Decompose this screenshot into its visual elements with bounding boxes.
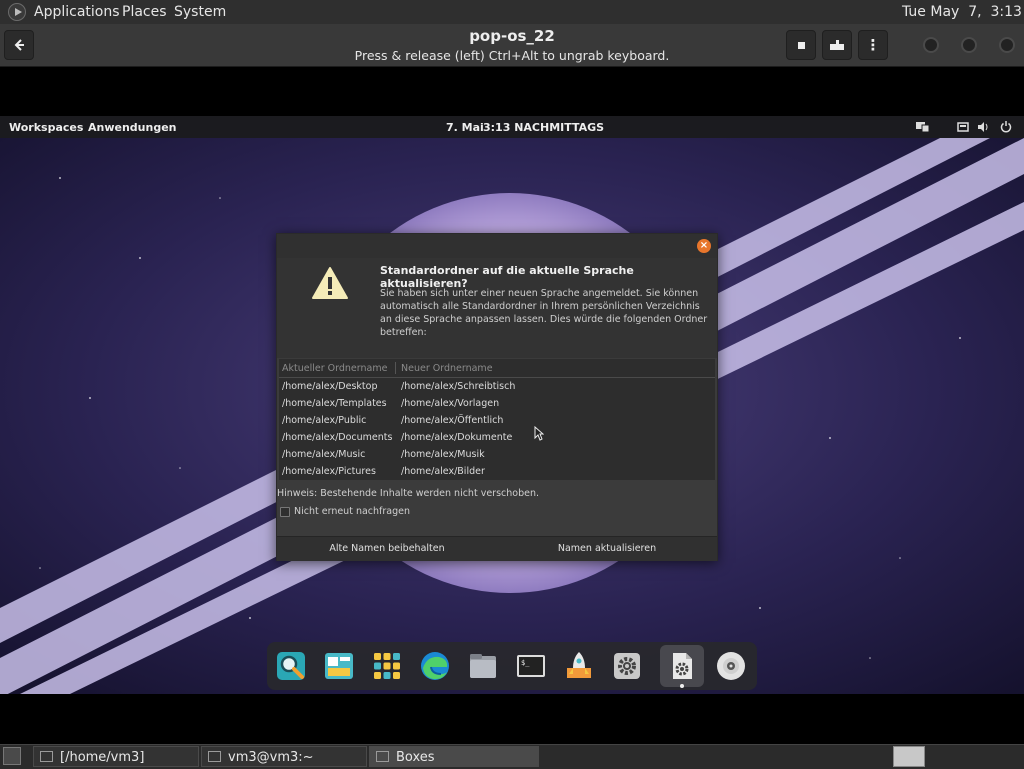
close-icon: × [699,240,709,251]
minimize-button[interactable] [923,37,939,53]
edge-browser-icon[interactable] [419,650,451,682]
applications-button[interactable]: Anwendungen [88,121,177,134]
new-folder: /home/alex/Öffentlich [401,415,504,426]
current-folder: /home/alex/Templates [282,398,387,409]
new-folder: /home/alex/Dokumente [401,432,513,443]
column-header-new[interactable]: Neuer Ordnername [401,363,493,374]
dock: $_ [267,642,757,690]
task-file-manager[interactable]: [/home/vm3] [33,746,199,767]
search-icon[interactable] [275,650,307,682]
kebab-menu-icon: ⋮ [865,36,881,54]
folder-rename-table: Aktueller Ordnername Neuer Ordnername /h… [279,359,715,480]
current-folder: /home/alex/Documents [282,432,393,443]
boxes-window-icon [376,751,389,762]
keep-old-names-button[interactable]: Alte Namen beibehalten [277,537,497,561]
current-folder: /home/alex/Pictures [282,466,376,477]
new-folder: /home/alex/Musik [401,449,485,460]
keyboard-icon [830,40,844,50]
guest-date[interactable]: 7. Mai [446,121,484,134]
settings-icon[interactable] [611,650,643,682]
show-desktop-icon[interactable] [3,747,21,765]
table-row[interactable]: /home/alex/Pictures /home/alex/Bilder [279,463,715,480]
new-folder: /home/alex/Schreibtisch [401,381,516,392]
column-separator [395,362,396,374]
terminal-window-icon [208,751,221,762]
workspace-switcher[interactable] [893,746,925,767]
maximize-button[interactable] [961,37,977,53]
language-settings-icon[interactable] [666,650,698,682]
svg-text:$_: $_ [521,659,530,667]
dialog-hint: Hinweis: Bestehende Inhalte werden nicht… [277,488,539,499]
current-folder: /home/alex/Public [282,415,367,426]
guest-time[interactable]: 3:13 NACHMITTAGS [483,121,604,134]
host-clock[interactable]: Tue May 7, 3:13 PM [902,4,1024,20]
menu-applications[interactable]: Applications [34,4,120,20]
network-icon[interactable] [957,121,969,133]
table-row[interactable]: /home/alex/Documents /home/alex/Dokument… [279,429,715,446]
dialog-description: Sie haben sich unter einer neuen Sprache… [380,288,708,338]
table-header: Aktueller Ordnername Neuer Ordnername [279,359,715,378]
dialog-close-button[interactable]: × [697,239,711,253]
column-header-current[interactable]: Aktueller Ordnername [282,363,387,374]
close-button[interactable] [999,37,1015,53]
mouse-cursor-icon [534,426,544,441]
menu-system[interactable]: System [174,4,226,20]
stop-button[interactable] [786,30,816,60]
new-folder: /home/alex/Bilder [401,466,485,477]
host-taskbar: [/home/vm3] vm3@vm3:~ Boxes [0,744,1024,769]
distro-logo-icon[interactable] [8,3,26,21]
table-row[interactable]: /home/alex/Music /home/alex/Musik [279,446,715,463]
running-indicator [680,684,684,688]
ungrab-hint: Press & release (left) Ctrl+Alt to ungra… [354,48,670,63]
app-grid-icon[interactable] [371,650,403,682]
task-label: [/home/vm3] [60,750,145,765]
host-top-panel: Applications Places System Tue May 7, 3:… [0,0,1024,24]
dialog-titlebar: × [277,234,717,258]
current-folder: /home/alex/Desktop [282,381,378,392]
dont-ask-again-checkbox[interactable] [280,507,290,517]
update-folders-dialog: × Standardordner auf die aktuelle Sprach… [276,233,718,561]
vm-title: pop-os_22 [469,27,555,45]
new-folder: /home/alex/Vorlagen [401,398,500,409]
power-icon[interactable] [1000,120,1012,133]
stop-icon [797,41,805,49]
back-arrow-icon [14,39,24,51]
disc-icon[interactable] [715,650,747,682]
terminal-icon[interactable]: $_ [515,650,547,682]
display-icon[interactable] [916,121,930,133]
table-row[interactable]: /home/alex/Public /home/alex/Öffentlich [279,412,715,429]
task-terminal[interactable]: vm3@vm3:~ [201,746,367,767]
shop-icon[interactable] [563,650,595,682]
boxes-header-bar: pop-os_22 Press & release (left) Ctrl+Al… [0,24,1024,67]
task-label: vm3@vm3:~ [228,750,314,765]
workspaces-icon[interactable] [323,650,355,682]
menu-places[interactable]: Places [122,4,167,20]
dialog-action-bar: Alte Namen beibehalten Namen aktualisier… [277,536,717,561]
table-row[interactable]: /home/alex/Templates /home/alex/Vorlagen [279,395,715,412]
guest-top-bar: Workspaces Anwendungen 7. Mai 3:13 NACHM… [0,116,1024,138]
menu-button[interactable]: ⋮ [858,30,888,60]
dont-ask-again-label[interactable]: Nicht erneut nachfragen [294,506,410,517]
update-names-button[interactable]: Namen aktualisieren [497,537,717,561]
send-keys-button[interactable] [822,30,852,60]
workspaces-button[interactable]: Workspaces [9,121,83,134]
table-row[interactable]: /home/alex/Desktop /home/alex/Schreibtis… [279,378,715,395]
volume-icon[interactable] [977,121,990,133]
back-button[interactable] [4,30,34,60]
task-label: Boxes [396,750,435,765]
folder-window-icon [40,751,53,762]
current-folder: /home/alex/Music [282,449,366,460]
warning-icon [312,267,348,299]
files-icon[interactable] [467,650,499,682]
task-boxes[interactable]: Boxes [369,746,539,767]
